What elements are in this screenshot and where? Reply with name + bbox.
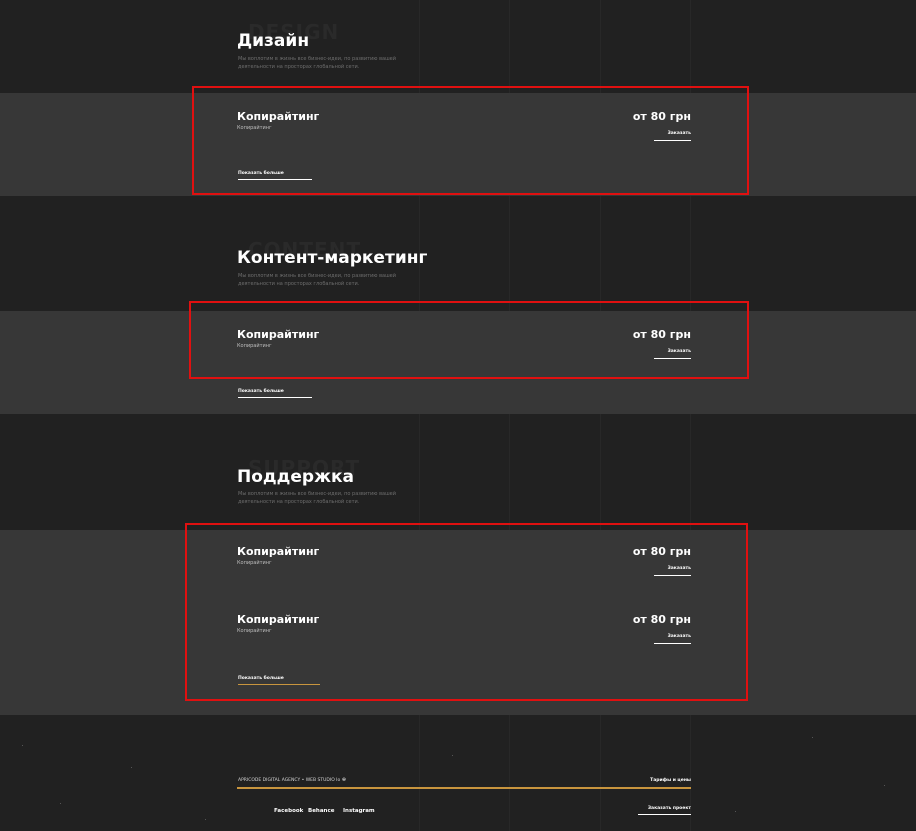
footer-copyright: APRICODE DIGITAL AGENCY • WEB STUDIO Іо … bbox=[238, 778, 346, 783]
section-description: Мы воплотим в жизнь все бизнес-идеи, по … bbox=[238, 273, 397, 287]
show-more-link[interactable]: Показать больше bbox=[238, 171, 312, 180]
section-support-header: SUPPORT Поддержка Мы воплотим в жизнь вс… bbox=[0, 414, 916, 530]
service-item: Копирайтинг Копирайтинг от 80 грн Заказа… bbox=[237, 328, 691, 368]
service-name: Копирайтинг bbox=[237, 328, 320, 341]
service-subtitle: Копирайтинг bbox=[237, 125, 272, 131]
service-name: Копирайтинг bbox=[237, 110, 320, 123]
service-item: Копирайтинг Копирайтинг от 80 грн Заказа… bbox=[237, 613, 691, 653]
service-price: от 80 грн bbox=[632, 545, 691, 558]
service-subtitle: Копирайтинг bbox=[237, 628, 272, 634]
service-item: Копирайтинг Копирайтинг от 80 грн Заказа… bbox=[237, 110, 691, 150]
show-more-link[interactable]: Показать больше bbox=[238, 676, 320, 685]
footer-divider bbox=[237, 787, 691, 789]
order-link[interactable]: Заказать bbox=[654, 566, 691, 576]
section-design-header: DESIGN Дизайн Мы воплотим в жизнь все би… bbox=[0, 0, 916, 93]
footer: APRICODE DIGITAL AGENCY • WEB STUDIO Іо … bbox=[0, 715, 916, 831]
section-title: Поддержка bbox=[237, 467, 354, 487]
copyright-text: APRICODE DIGITAL AGENCY • WEB STUDIO Іо bbox=[238, 778, 341, 783]
service-subtitle: Копирайтинг bbox=[237, 343, 272, 349]
registered-mark: ® bbox=[341, 778, 347, 783]
order-project-link[interactable]: Заказать проект bbox=[638, 806, 691, 815]
section-description: Мы воплотим в жизнь все бизнес-идеи, по … bbox=[238, 56, 397, 70]
section-content-header: CONTENT Контент-маркетинг Мы воплотим в … bbox=[0, 196, 916, 311]
order-link[interactable]: Заказать bbox=[654, 349, 691, 359]
service-price: от 80 грн bbox=[632, 328, 691, 341]
social-link-facebook[interactable]: Facebook bbox=[274, 808, 303, 814]
section-title: Контент-маркетинг bbox=[237, 248, 428, 268]
show-more-link[interactable]: Показать больше bbox=[238, 389, 312, 398]
service-name: Копирайтинг bbox=[237, 613, 320, 626]
service-subtitle: Копирайтинг bbox=[237, 560, 272, 566]
service-price: от 80 грн bbox=[632, 110, 691, 123]
section-support-services: Копирайтинг Копирайтинг от 80 грн Заказа… bbox=[0, 530, 916, 715]
order-link[interactable]: Заказать bbox=[654, 634, 691, 644]
section-title: Дизайн bbox=[237, 31, 310, 51]
section-content-services: Копирайтинг Копирайтинг от 80 грн Заказа… bbox=[0, 311, 916, 414]
service-price: от 80 грн bbox=[632, 613, 691, 626]
rates-link[interactable]: Тарифы и цены bbox=[650, 778, 691, 783]
social-link-instagram[interactable]: Instagram bbox=[343, 808, 375, 814]
section-description: Мы воплотим в жизнь все бизнес-идеи, по … bbox=[238, 491, 397, 505]
service-item: Копирайтинг Копирайтинг от 80 грн Заказа… bbox=[237, 545, 691, 585]
social-link-behance[interactable]: Behance bbox=[308, 808, 334, 814]
order-link[interactable]: Заказать bbox=[654, 131, 691, 141]
section-design-services: Копирайтинг Копирайтинг от 80 грн Заказа… bbox=[0, 93, 916, 196]
service-name: Копирайтинг bbox=[237, 545, 320, 558]
